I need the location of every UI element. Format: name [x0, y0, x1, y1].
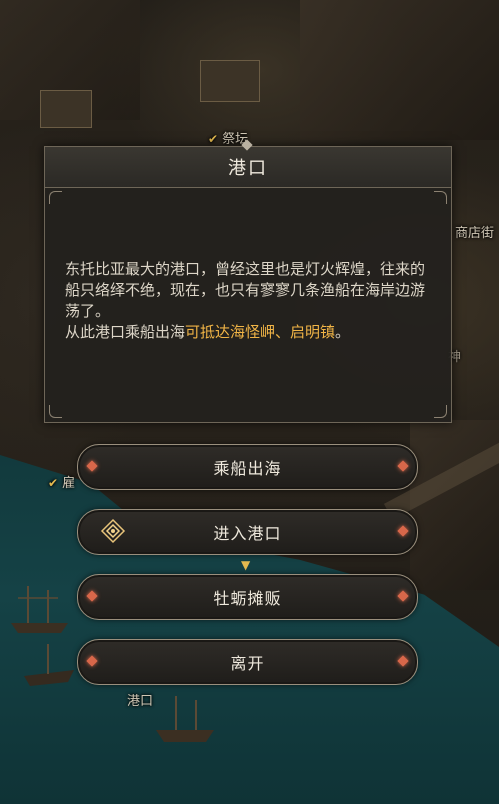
gem-icon: [86, 655, 98, 667]
location-dialog: 港口 东托比亚最大的港口，曾经这里也是灯火辉煌，往来的船只络绎不绝，现在，也只有…: [44, 139, 452, 423]
gem-icon: [86, 460, 98, 472]
enter-harbor-label: 进入港口: [213, 524, 282, 543]
selection-cursor-icon: [100, 518, 126, 544]
map-label-partial-left[interactable]: ✔ 雇: [48, 472, 75, 491]
enter-harbor-button[interactable]: 进入港口: [77, 509, 418, 555]
destination-text: 从此港口乘船出海可抵达海怪岬、启明镇。: [65, 323, 351, 341]
check-icon: ✔: [48, 476, 59, 490]
building-nw: [40, 90, 92, 128]
corner-ornament: [434, 191, 447, 204]
corner-ornament: [49, 405, 62, 418]
ship-icon: [24, 644, 74, 686]
gem-icon: [86, 590, 98, 602]
map-label-shop-street[interactable]: 商店街: [455, 222, 494, 241]
dialog-header: 港口: [45, 147, 451, 188]
cliff-e: [410, 420, 499, 590]
ship-icon: [11, 586, 68, 633]
gem-icon: [397, 590, 409, 602]
sail-out-button[interactable]: 乘船出海: [77, 444, 418, 490]
dialog-title: 港口: [228, 158, 268, 179]
gem-icon: [397, 525, 409, 537]
ship-icon: [156, 696, 214, 742]
cliff-ne: [300, 0, 499, 140]
corner-ornament: [49, 191, 62, 204]
dialog-description: 东托比亚最大的港口，曾经这里也是灯火辉煌，往来的船只络绎不绝，现在，也只有寥寥几…: [65, 259, 433, 343]
leave-button[interactable]: 离开: [77, 639, 418, 685]
sail-out-label: 乘船出海: [213, 459, 282, 478]
description-text: 东托比亚最大的港口，曾经这里也是灯火辉煌，往来的船只络绎不绝，现在，也只有寥寥几…: [65, 260, 426, 320]
check-icon: ✔: [208, 132, 219, 146]
corner-ornament: [434, 405, 447, 418]
destination-highlight: 可抵达海怪岬、启明镇: [185, 323, 336, 341]
oyster-vendor-label: 牡蛎摊贩: [213, 589, 282, 608]
temple-building: [200, 60, 260, 102]
chevron-down-icon: ▼: [241, 558, 251, 572]
leave-label: 离开: [230, 654, 265, 673]
gem-icon: [397, 655, 409, 667]
oyster-vendor-button[interactable]: 牡蛎摊贩: [77, 574, 418, 620]
gem-icon: [397, 460, 409, 472]
